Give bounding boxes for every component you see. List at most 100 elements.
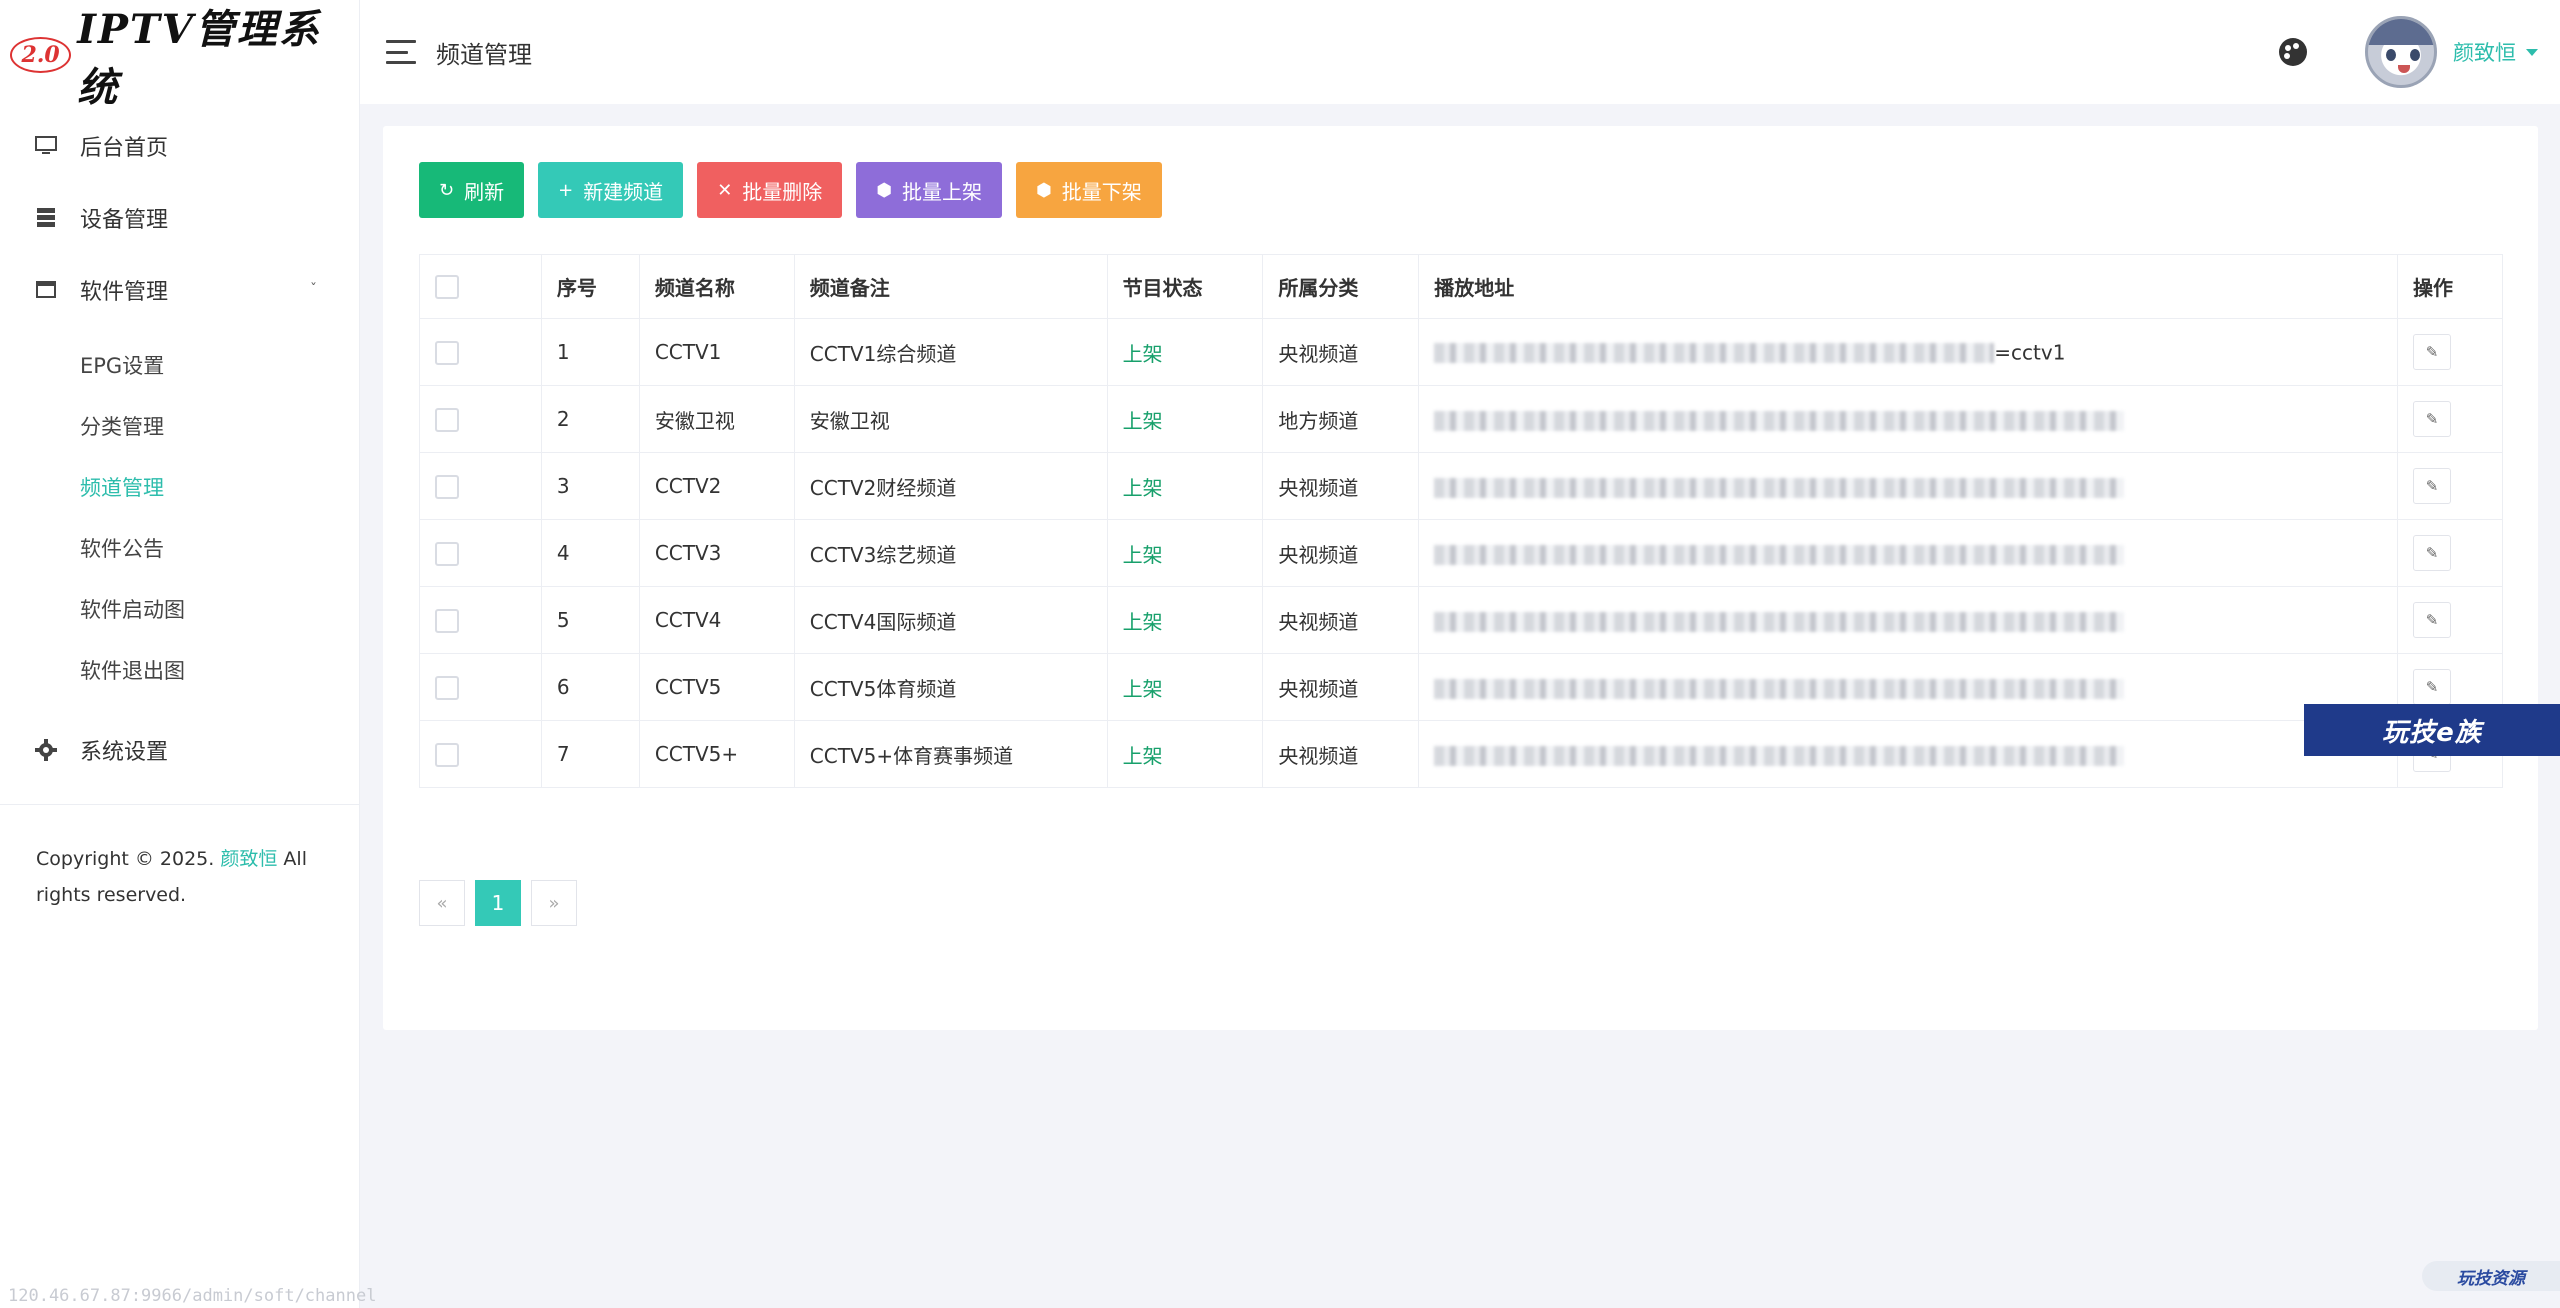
- avatar[interactable]: [2365, 16, 2437, 88]
- blurred-url: [1434, 342, 1995, 363]
- copyright: Copyright © 2025. 颜致恒 All rights reserve…: [0, 805, 359, 913]
- row-select-cell: [419, 720, 542, 788]
- plus-icon: +: [558, 179, 574, 201]
- refresh-label: 刷新: [464, 179, 505, 204]
- watermark-corner: 玩技资源: [2422, 1261, 2560, 1291]
- channel-url-cell: =cctv1: [1418, 318, 2398, 386]
- column-header[interactable]: 序号: [540, 254, 640, 319]
- monitor-icon: [34, 134, 58, 158]
- blurred-url: [1434, 410, 2125, 431]
- caret-down-icon[interactable]: [2526, 48, 2538, 56]
- palette-icon[interactable]: [2279, 38, 2307, 66]
- channel-url-cell: [1418, 586, 2398, 654]
- actions-cell: ✎: [2396, 519, 2504, 587]
- edit-button[interactable]: ✎: [2412, 602, 2451, 638]
- channel-id: 6: [540, 653, 640, 721]
- username-dropdown[interactable]: 颜致恒: [2453, 37, 2516, 67]
- table-row: 4 CCTV3 CCTV3综艺频道 上架 央视频道 ✎: [419, 519, 2504, 587]
- pencil-icon: ✎: [2425, 678, 2439, 696]
- row-checkbox[interactable]: [435, 742, 459, 767]
- batch-offline-label: 批量下架: [1061, 179, 1142, 204]
- channel-id: 7: [540, 720, 640, 788]
- prev-page-button[interactable]: «: [419, 880, 465, 926]
- sidebar-item-devices[interactable]: 设备管理: [0, 182, 359, 254]
- row-checkbox[interactable]: [435, 407, 459, 432]
- sidebar-item-epg[interactable]: EPG设置: [0, 334, 359, 395]
- app-logo[interactable]: 2.0 IPTV管理系统: [0, 0, 359, 111]
- channel-name: 安徽卫视: [638, 385, 795, 453]
- channel-url-cell: [1418, 385, 2398, 453]
- sidebar-item-announcements[interactable]: 软件公告: [0, 517, 359, 578]
- sidebar-item-dashboard[interactable]: 后台首页: [0, 110, 359, 182]
- row-checkbox[interactable]: [435, 675, 459, 700]
- new-channel-button[interactable]: + 新建频道: [538, 162, 684, 218]
- row-checkbox[interactable]: [435, 474, 459, 499]
- edit-button[interactable]: ✎: [2412, 535, 2451, 571]
- column-header[interactable]: 节目状态: [1106, 254, 1264, 319]
- batch-offline-button[interactable]: ⬢ 批量下架: [1016, 162, 1162, 218]
- select-all-checkbox[interactable]: [435, 275, 459, 300]
- table-row: 5 CCTV4 CCTV4国际频道 上架 央视频道 ✎: [419, 586, 2504, 654]
- channel-status[interactable]: 上架: [1106, 653, 1264, 721]
- channel-status[interactable]: 上架: [1106, 519, 1264, 587]
- close-icon: ✕: [717, 179, 733, 201]
- channel-category: 央视频道: [1262, 452, 1420, 520]
- page-button[interactable]: 1: [475, 880, 521, 926]
- sidebar-item-settings[interactable]: 系统设置: [0, 714, 359, 786]
- channel-category: 央视频道: [1262, 586, 1420, 654]
- batch-delete-button[interactable]: ✕ 批量删除: [697, 162, 843, 218]
- sidebar-item-categories[interactable]: 分类管理: [0, 395, 359, 456]
- channel-status[interactable]: 上架: [1106, 385, 1264, 453]
- status-url: 120.46.67.87:9966/admin/soft/channel: [8, 1286, 377, 1306]
- edit-button[interactable]: ✎: [2412, 669, 2451, 705]
- menu-toggle-icon[interactable]: [386, 40, 416, 64]
- channel-url-cell: [1418, 519, 2398, 587]
- watermark-banner: 玩技e族: [2304, 704, 2560, 756]
- pencil-icon: ✎: [2425, 343, 2439, 361]
- batch-online-button[interactable]: ⬢ 批量上架: [856, 162, 1002, 218]
- sidebar-item-label: 设备管理: [80, 208, 169, 233]
- sidebar-item-exit-image[interactable]: 软件退出图: [0, 639, 359, 700]
- edit-button[interactable]: ✎: [2412, 468, 2451, 504]
- sidebar-item-label: 系统设置: [80, 740, 169, 765]
- channel-status[interactable]: 上架: [1106, 318, 1264, 386]
- edit-button[interactable]: ✎: [2412, 334, 2451, 370]
- channel-url-cell: [1418, 720, 2398, 788]
- channel-name: CCTV1: [638, 318, 795, 386]
- refresh-icon: ↻: [439, 179, 455, 201]
- row-checkbox[interactable]: [435, 608, 459, 633]
- column-header[interactable]: 频道名称: [638, 254, 795, 319]
- column-header[interactable]: 所属分类: [1262, 254, 1420, 319]
- channel-name: CCTV4: [638, 586, 795, 654]
- channel-status[interactable]: 上架: [1106, 452, 1264, 520]
- row-checkbox[interactable]: [435, 340, 459, 365]
- sidebar-item-splash[interactable]: 软件启动图: [0, 578, 359, 639]
- channel-url-cell: [1418, 452, 2398, 520]
- channel-name: CCTV2: [638, 452, 795, 520]
- table-row: 7 CCTV5+ CCTV5+体育赛事频道 上架 央视频道 ✎: [419, 720, 2504, 788]
- sidebar-item-channels[interactable]: 频道管理: [0, 456, 359, 517]
- column-header[interactable]: 频道备注: [793, 254, 1108, 319]
- row-select-cell: [419, 385, 542, 453]
- channel-category: 央视频道: [1262, 519, 1420, 587]
- channel-status[interactable]: 上架: [1106, 586, 1264, 654]
- refresh-button[interactable]: ↻ 刷新: [419, 162, 525, 218]
- sidebar-item-software[interactable]: 软件管理 ˇ: [0, 254, 359, 326]
- copyright-author-link[interactable]: 颜致恒: [220, 848, 277, 870]
- logo-title: IPTV管理系统: [77, 6, 321, 111]
- blurred-url: [1434, 611, 2125, 632]
- channel-id: 2: [540, 385, 640, 453]
- row-checkbox[interactable]: [435, 541, 459, 566]
- blurred-url: [1434, 477, 2125, 498]
- pencil-icon: ✎: [2425, 611, 2439, 629]
- edit-button[interactable]: ✎: [2412, 401, 2451, 437]
- column-header[interactable]: 播放地址: [1418, 254, 2398, 319]
- channel-id: 3: [540, 452, 640, 520]
- next-page-button[interactable]: »: [531, 880, 577, 926]
- table-header-row: 序号 频道名称 频道备注 节目状态 所属分类 播放地址 操作: [419, 254, 2504, 319]
- channel-note: CCTV4国际频道: [793, 586, 1108, 654]
- actions-cell: ✎: [2396, 385, 2504, 453]
- header-right: 颜致恒: [2279, 0, 2560, 104]
- channel-status[interactable]: 上架: [1106, 720, 1264, 788]
- new-channel-label: 新建频道: [583, 179, 664, 204]
